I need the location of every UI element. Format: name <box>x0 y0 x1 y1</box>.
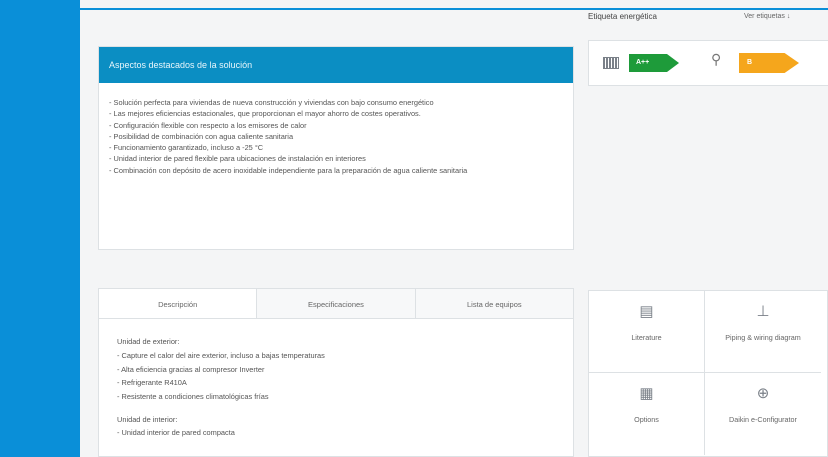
tab-description[interactable]: Descripción <box>99 289 258 318</box>
clipboard-icon: ▦ <box>639 385 654 402</box>
energy-label-box: A++ ⚲ B <box>588 40 828 86</box>
product-details-panel: Descripción Especificaciones Lista de eq… <box>98 288 574 457</box>
tab-content-description: Unidad de exterior: - Capture el calor d… <box>99 319 573 437</box>
outdoor-feature: - Refrigerante R410A <box>117 378 187 387</box>
highlight-item: - Solución perfecta para viviendas de nu… <box>109 98 434 107</box>
literature-tile[interactable]: ▤ Literature <box>589 291 705 373</box>
highlight-item: - Las mejores eficiencias estacionales, … <box>109 109 421 119</box>
heating-class-badge: A++ <box>629 54 679 72</box>
tab-bar: Descripción Especificaciones Lista de eq… <box>99 289 573 319</box>
outdoor-feature: - Capture el calor del aire exterior, in… <box>117 351 325 360</box>
piping-icon: ⊥ <box>756 303 770 320</box>
highlight-item: - Combinación con depósito de acero inox… <box>109 165 468 175</box>
options-label: Options <box>634 415 659 424</box>
tab-equipment-list[interactable]: Lista de equipos <box>415 289 573 318</box>
highlight-item: - Funcionamiento garantizado, incluso a … <box>109 143 264 153</box>
piping-wiring-label: Piping & wiring diagram <box>725 333 801 342</box>
outdoor-unit-heading: Unidad de exterior: <box>117 337 180 346</box>
water-tap-icon: ⚲ <box>711 51 722 67</box>
resources-grid: ▤ Literature ⊥ Piping & wiring diagram ▦… <box>588 290 828 457</box>
highlight-item: - Configuración flexible con respecto a … <box>109 120 307 130</box>
water-class-badge: B <box>739 53 799 73</box>
highlight-item: - Posibilidad de combinación con agua ca… <box>109 131 294 141</box>
e-configurator-tile[interactable]: ⊕ Daikin e-Configurator <box>705 373 821 455</box>
indoor-feature: - Unidad interior de pared compacta <box>117 428 235 437</box>
piping-wiring-tile[interactable]: ⊥ Piping & wiring diagram <box>705 291 821 373</box>
outdoor-feature: - Alta eficiencia gracias al compresor I… <box>117 364 265 374</box>
document-icon: ▤ <box>639 303 654 320</box>
e-configurator-label: Daikin e-Configurator <box>729 415 797 424</box>
radiator-icon <box>603 57 619 69</box>
highlight-item: - Unidad interior de pared flexible para… <box>109 154 366 164</box>
download-icon: ↓ <box>786 13 791 20</box>
view-labels-link[interactable]: Ver etiquetas ↓ <box>744 13 790 20</box>
highlights-title: Aspectos destacados de la solución <box>99 47 573 83</box>
highlights-list: - Solución perfecta para viviendas de nu… <box>99 83 573 176</box>
configurator-icon: ⊕ <box>756 385 770 402</box>
solution-highlights-card: Aspectos destacados de la solución - Sol… <box>98 46 574 250</box>
view-labels-text: Ver etiquetas <box>744 13 785 20</box>
tab-specifications[interactable]: Especificaciones <box>257 289 416 318</box>
literature-label: Literature <box>631 333 662 342</box>
left-accent-bar <box>0 0 80 457</box>
indoor-unit-heading: Unidad de interior: <box>117 415 178 424</box>
energy-label-title: Etiqueta energética <box>588 12 657 21</box>
outdoor-unit-list: - Capture el calor del aire exterior, in… <box>117 349 573 403</box>
options-tile[interactable]: ▦ Options <box>589 373 705 455</box>
outdoor-feature: - Resistente a condiciones climatológica… <box>117 391 269 401</box>
